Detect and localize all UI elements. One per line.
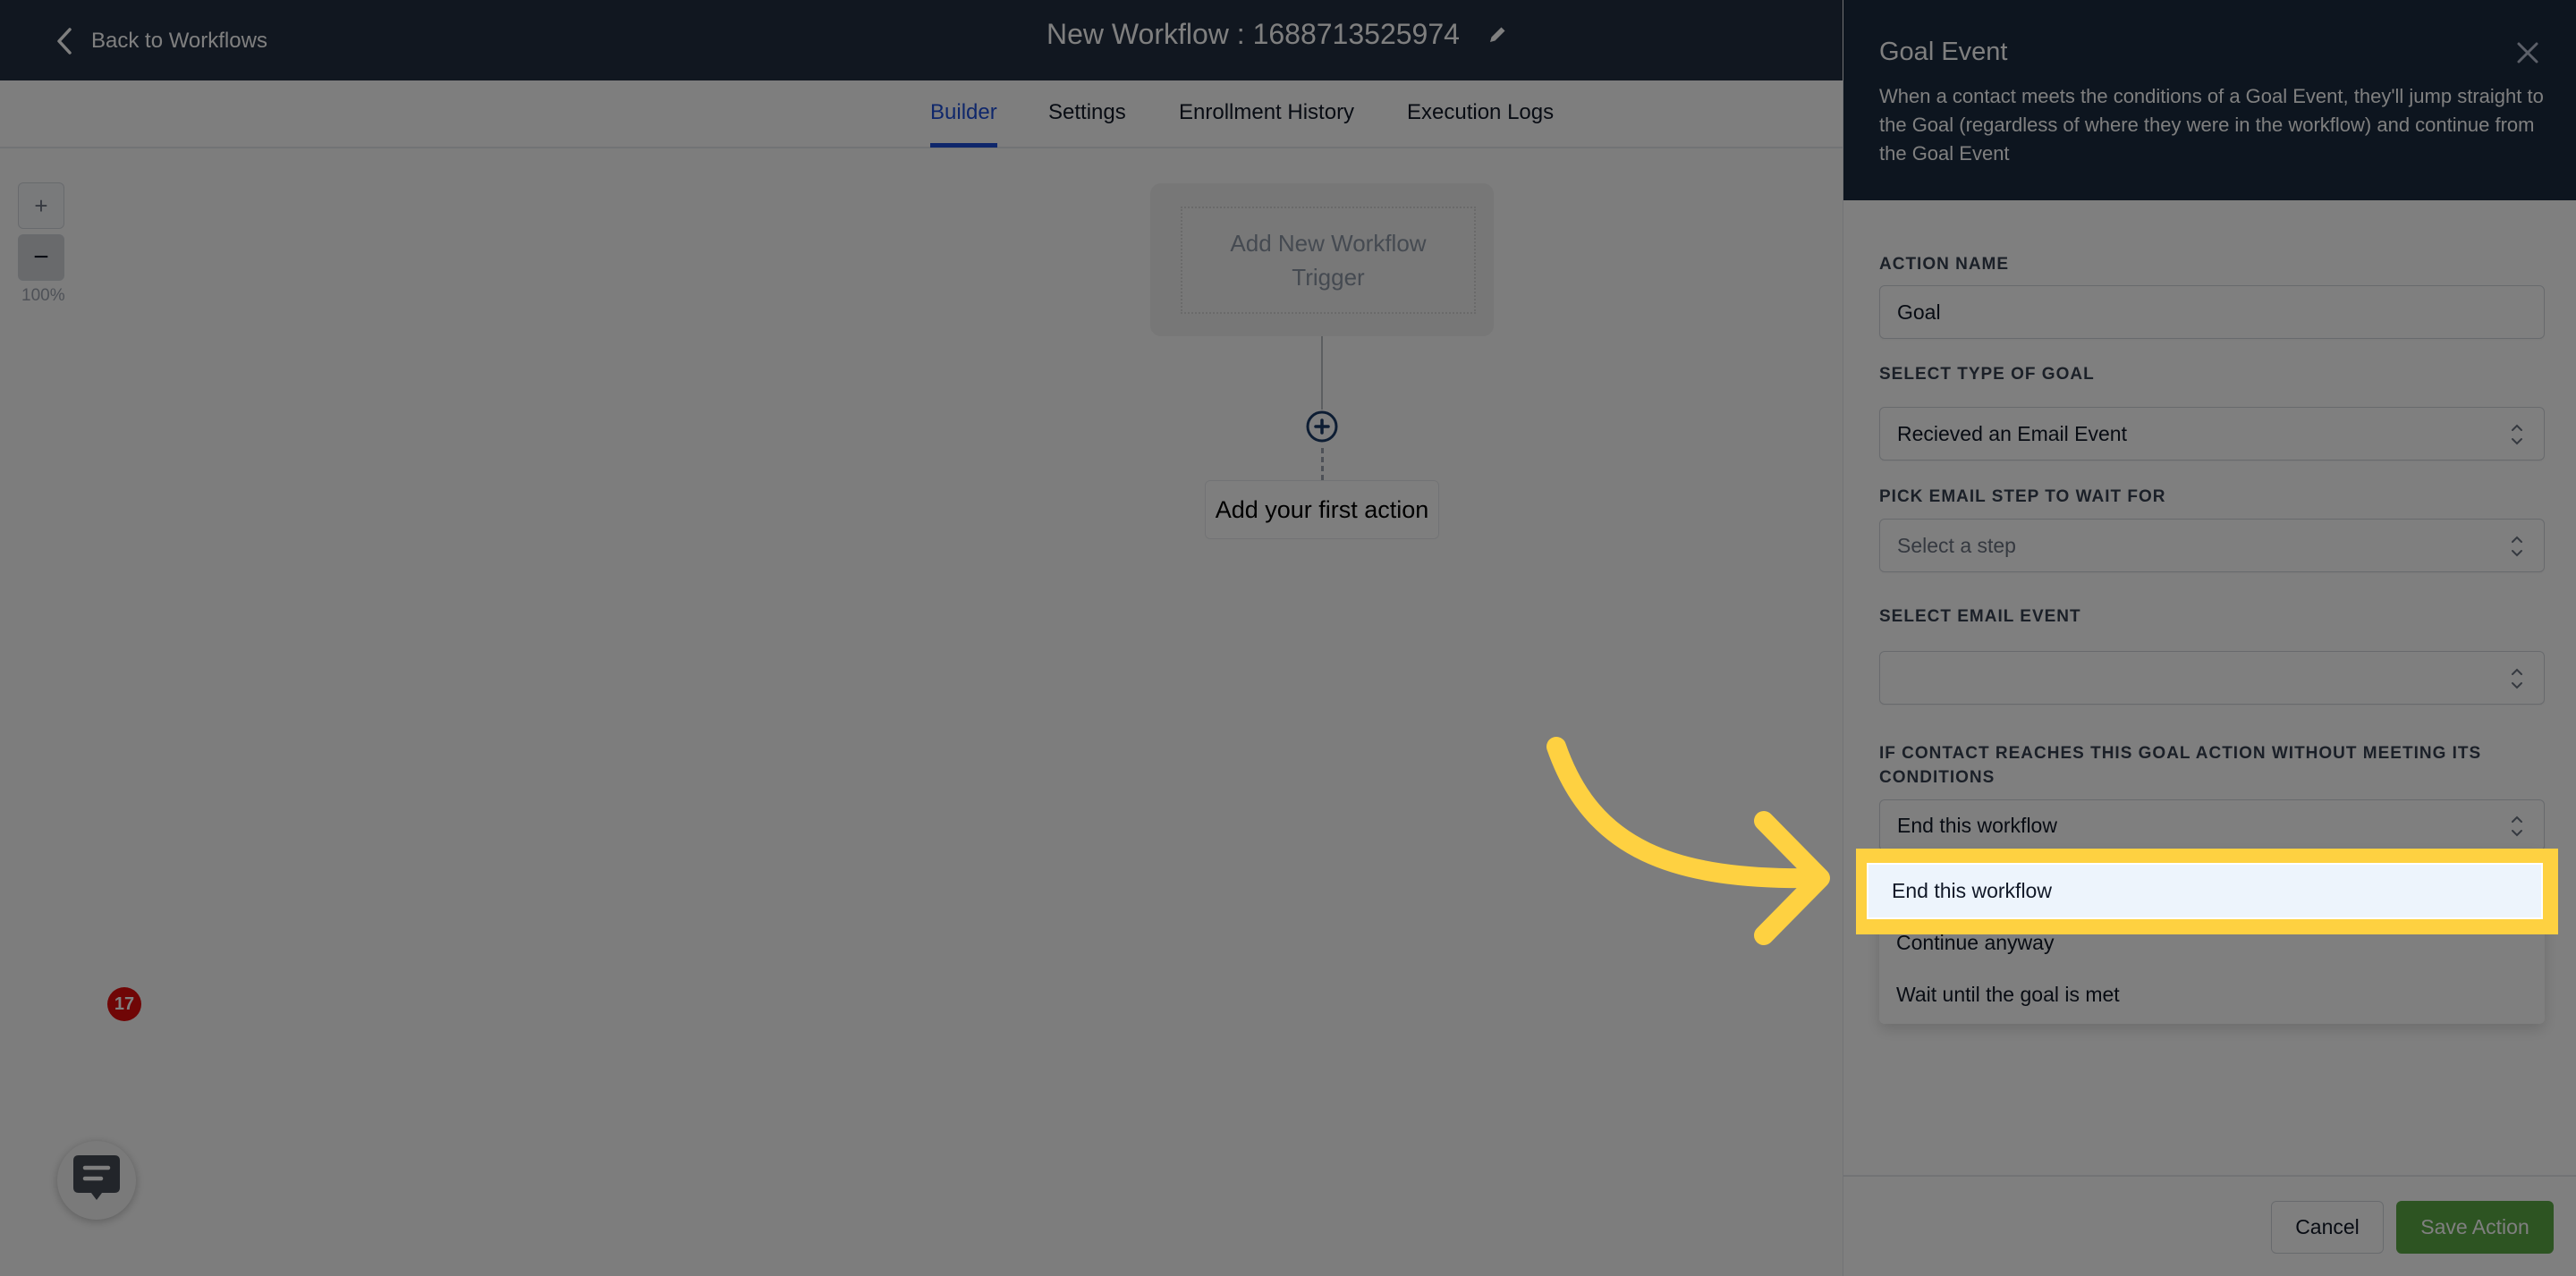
trigger-card: Add New Workflow Trigger <box>1150 183 1494 336</box>
add-first-action-button[interactable]: Add your first action <box>1205 480 1439 539</box>
chat-bubble-icon <box>70 1150 123 1212</box>
email-step-label: PICK EMAIL STEP TO WAIT FOR <box>1879 487 2166 506</box>
highlight-frame: End this workflow <box>1856 849 2558 934</box>
chat-unread-badge: 17 <box>107 987 141 1021</box>
workflow-title: New Workflow : 1688713525974 <box>1046 18 1460 50</box>
action-name-label: ACTION NAME <box>1879 255 2010 274</box>
cancel-button[interactable]: Cancel <box>2271 1201 2384 1254</box>
action-name-value: Goal <box>1897 300 1941 324</box>
panel-description: When a contact meets the conditions of a… <box>1879 85 2544 165</box>
add-trigger-label: Add New Workflow Trigger <box>1230 230 1427 291</box>
back-to-workflows-link[interactable]: Back to Workflows <box>55 23 267 59</box>
add-action-plus-icon[interactable] <box>1305 410 1339 444</box>
connector-line <box>1321 336 1323 410</box>
back-to-workflows-label: Back to Workflows <box>91 29 267 53</box>
zoom-in-button[interactable]: + <box>18 182 64 229</box>
action-name-input[interactable]: Goal <box>1879 285 2545 339</box>
zoom-out-button[interactable]: − <box>18 234 64 281</box>
option-wait-until-goal[interactable]: Wait until the goal is met <box>1879 968 2545 1020</box>
email-event-label: SELECT EMAIL EVENT <box>1879 607 2081 626</box>
workflow-title-group: New Workflow : 1688713525974 <box>1046 18 1510 51</box>
highlighted-option-end-workflow[interactable]: End this workflow <box>1867 863 2543 919</box>
active-tab-indicator <box>930 143 997 148</box>
workflow-canvas[interactable]: + − 100% Add New Workflow Trigger Add yo… <box>0 148 1843 1276</box>
email-step-placeholder: Select a step <box>1897 533 2016 557</box>
save-action-button[interactable]: Save Action <box>2396 1201 2554 1254</box>
select-arrows-icon <box>2512 536 2522 557</box>
add-trigger-button[interactable]: Add New Workflow Trigger <box>1181 207 1476 314</box>
select-arrows-icon <box>2512 424 2522 445</box>
fallback-label: IF CONTACT REACHES THIS GOAL ACTION WITH… <box>1879 744 2482 787</box>
close-icon[interactable] <box>2514 39 2541 66</box>
select-arrows-icon <box>2512 815 2522 837</box>
tab-enrollment-history[interactable]: Enrollment History <box>1179 100 1354 125</box>
goal-type-label: SELECT TYPE OF GOAL <box>1879 365 2095 384</box>
chevron-left-icon <box>55 23 82 59</box>
tab-builder[interactable]: Builder <box>930 100 997 125</box>
tab-execution-logs[interactable]: Execution Logs <box>1407 100 1554 125</box>
tab-settings[interactable]: Settings <box>1048 100 1126 125</box>
goal-event-panel: Goal Event When a contact meets the cond… <box>1843 0 2576 1276</box>
select-arrows-icon <box>2512 668 2522 689</box>
zoom-level: 100% <box>21 286 65 305</box>
fallback-value: End this workflow <box>1897 813 2057 837</box>
panel-title: Goal Event <box>1879 38 2008 66</box>
workflow-tabs: Builder Settings Enrollment History Exec… <box>0 80 1843 148</box>
chat-widget-button[interactable] <box>57 1141 136 1220</box>
email-step-select[interactable]: Select a step <box>1879 519 2545 572</box>
goal-type-value: Recieved an Email Event <box>1897 421 2127 445</box>
goal-type-select[interactable]: Recieved an Email Event <box>1879 407 2545 461</box>
connector-dashed-line <box>1321 448 1324 480</box>
panel-header: Goal Event When a contact meets the cond… <box>1843 0 2576 200</box>
email-event-select[interactable] <box>1879 651 2545 705</box>
panel-footer: Cancel Save Action <box>1843 1175 2576 1276</box>
fallback-select[interactable]: End this workflow <box>1879 799 2545 851</box>
pencil-icon[interactable] <box>1485 22 1510 47</box>
